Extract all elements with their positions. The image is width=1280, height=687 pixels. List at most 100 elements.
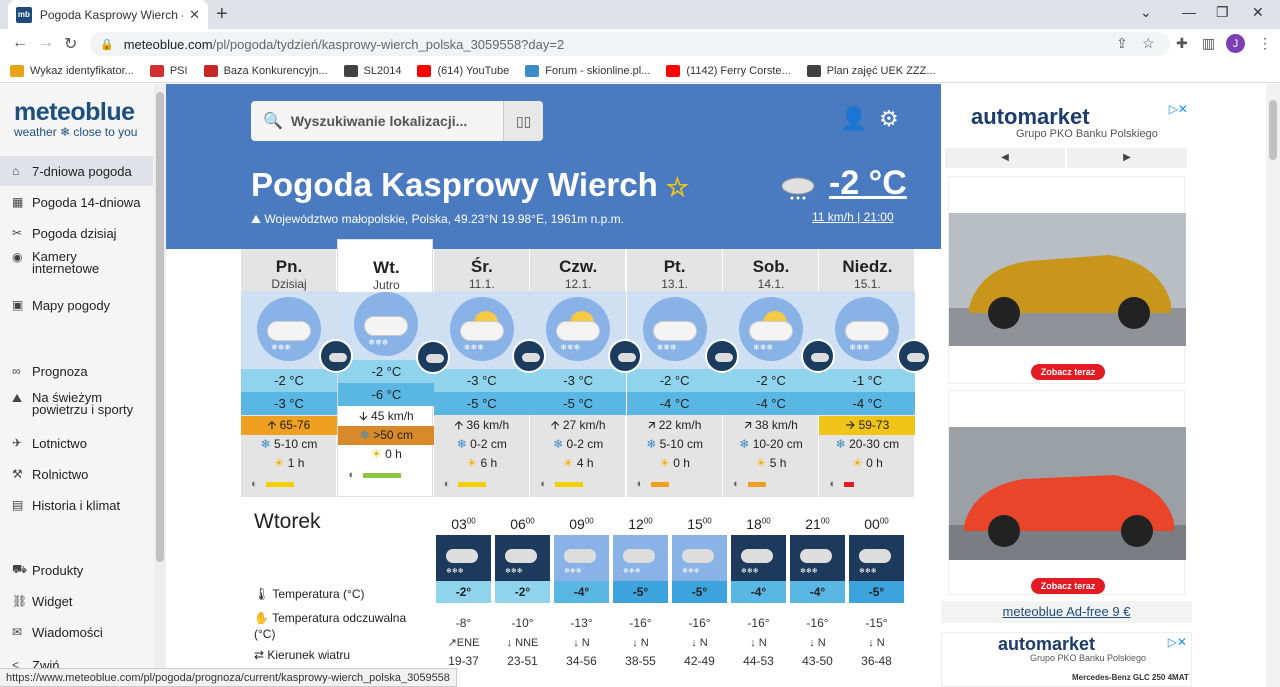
day-column[interactable]: Pt. 13.1. ❄❄❄ -2 °C -4 °C 🡭 22 km/h ❄ 5-10 cm ☀… — [626, 249, 739, 497]
max-temperature: -2 °C — [241, 369, 337, 392]
maximize-button[interactable]: ❐ — [1216, 4, 1229, 21]
bookmark-item[interactable]: SL2014 — [343, 64, 401, 77]
min-temperature: -3 °C — [241, 392, 337, 415]
wind-speed: 🡫 45 km/h — [359, 409, 414, 423]
weather-icon: ❄❄❄ — [835, 297, 900, 361]
day-name: Wt. — [373, 258, 400, 277]
day-column[interactable]: Czw. 12.1. ❄❄❄ -3 °C -5 °C 🡩 27 km/h ❄ 0-2 cm ☀… — [530, 249, 643, 497]
day-column[interactable]: Niedz. 15.1. ❄❄❄ -1 °C -4 °C 🡪 59-73 ❄ 20-30 c… — [819, 249, 932, 497]
bookmark-item[interactable]: PSI — [149, 64, 188, 77]
bookmark-item[interactable]: Plan zajęć UEK ZZZ... — [806, 64, 936, 77]
sidebar-item[interactable]: ⛓ Widget — [0, 586, 153, 616]
hour-column[interactable]: 0000 ❄❄❄ -5° -15° ↓ N 36-48 — [849, 516, 904, 671]
sidebar-item[interactable]: ∞ Prognoza — [0, 356, 153, 386]
hour-wind-speed: 34-56 — [566, 654, 597, 668]
sidebar-item-label: Na świeżym powietrzu i sporty — [32, 390, 134, 417]
ad-cta-button[interactable]: Zobacz teraz — [1031, 364, 1105, 380]
ad-banner-2[interactable]: automarket Grupo PKO Banku Polskiego ▷✕ … — [941, 632, 1192, 687]
bookmark-item[interactable]: (1142) Ferry Corste... — [666, 64, 791, 77]
sidebar-item[interactable]: ⛟ Produkty — [0, 555, 153, 585]
adfree-link[interactable]: meteoblue Ad-free 9 € — [941, 601, 1192, 623]
sidebar-item[interactable]: ✂ Pogoda dzisiaj — [0, 218, 153, 248]
ad-next-button[interactable]: ▶ — [1067, 148, 1187, 168]
back-button[interactable]: ← — [12, 34, 28, 52]
url-field[interactable]: 🔒 meteoblue.com/pl/pogoda/tydzień/kaspro… — [90, 32, 1170, 56]
sidebar-item[interactable]: ✈ Lotnictwo — [0, 428, 153, 458]
search-input[interactable]: Wyszukiwanie lokalizacji... — [291, 113, 503, 129]
share-icon[interactable]: ⇪ — [1116, 35, 1128, 52]
ad-close-icon[interactable]: ▷✕ — [1169, 102, 1188, 116]
bookmark-item[interactable]: (614) YouTube — [417, 64, 509, 77]
ad-car-card[interactable]: Zobacz teraz — [948, 176, 1186, 384]
sidebar-icon: ⚒ — [12, 467, 23, 481]
bookmark-icon — [417, 64, 432, 77]
sidebar-item[interactable]: ⚒ Rolnictwo — [0, 459, 153, 489]
tab-search-icon[interactable]: ⌄ — [1140, 4, 1152, 21]
snowfall: ❄ 0-2 cm — [456, 437, 507, 451]
sidebar-item[interactable]: ⌂ 7-dniowa pogoda — [0, 156, 153, 186]
sidebar-scrollbar[interactable] — [154, 84, 166, 687]
sidebar-item[interactable]: ▦ Pogoda 14-dniowa — [0, 187, 153, 217]
ad-banner-header[interactable]: automarket Grupo PKO Banku Polskiego ▷✕ — [941, 100, 1192, 150]
ad-prev-button[interactable]: ◀ — [945, 148, 1065, 168]
new-tab-button[interactable]: + — [216, 3, 228, 26]
day-date: 15.1. — [854, 277, 881, 291]
night-icon — [801, 339, 835, 373]
user-icon[interactable]: 👤 — [840, 106, 867, 132]
hour-column[interactable]: 1200 ❄❄❄ -5° -16° ↓ N 38-55 — [613, 516, 668, 671]
hour-column[interactable]: 2100 ❄❄❄ -4° -16° ↓ N 43-50 — [790, 516, 845, 671]
side-panel-icon[interactable]: ▥ — [1202, 35, 1215, 52]
sidebar-item[interactable]: ▤ Historia i klimat — [0, 490, 153, 520]
minimize-button[interactable]: — — [1182, 4, 1196, 20]
hour-column[interactable]: 0300 ❄❄❄ -2° -8° ↗ENE 19-37 — [436, 516, 491, 671]
hour-weather-icon: ❄❄❄ — [672, 535, 727, 581]
day-column[interactable]: Sob. 14.1. ❄❄❄ -2 °C -4 °C 🡭 38 km/h ❄ 10-20 c… — [723, 249, 835, 497]
hour-column[interactable]: 0900 ❄❄❄ -4° -13° ↓ N 34-56 — [554, 516, 609, 671]
bookmark-item[interactable]: Baza Konkurencyjn... — [203, 64, 328, 77]
page-scrollbar[interactable] — [1266, 84, 1280, 687]
reload-button[interactable]: ↻ — [64, 34, 77, 54]
forward-button[interactable]: → — [38, 34, 54, 52]
sidebar-item[interactable]: ✉ Wiadomości — [0, 617, 153, 647]
hour-column[interactable]: 0600 ❄❄❄ -2° -10° ↓ NNE 23-51 — [495, 516, 550, 671]
sidebar-item[interactable]: ⛰ Na świeżym powietrzu i sporty — [0, 390, 153, 424]
profile-avatar[interactable]: J — [1226, 34, 1245, 53]
wind-direction-row-label: ⇄ Kierunek wiatru — [254, 648, 351, 662]
menu-icon[interactable]: ⋮ — [1258, 35, 1272, 52]
ad-close-icon[interactable]: ▷✕ — [1168, 635, 1187, 649]
close-tab-icon[interactable]: ✕ — [189, 7, 200, 23]
sidebar-item-label: Rolnictwo — [32, 466, 89, 482]
ad-cta-button[interactable]: Zobacz teraz — [1031, 578, 1105, 594]
map-icon[interactable]: ▯▯ — [503, 101, 543, 141]
day-column[interactable]: Śr. 11.1. ❄❄❄ -3 °C -5 °C 🡩 36 km/h ❄ 0-2 cm ☀ … — [433, 249, 546, 497]
ad-car-card[interactable]: Zobacz teraz — [948, 390, 1186, 595]
bookmark-item[interactable]: Forum - skionline.pl... — [525, 64, 650, 77]
day-column[interactable]: Wt. Jutro ❄❄❄ -2 °C -6 °C 🡫 45 km/h ❄ >50 cm ☀ … — [337, 239, 451, 497]
bookmark-item[interactable]: Wykaz identyfikator... — [10, 64, 134, 77]
close-window-button[interactable]: ✕ — [1252, 4, 1264, 21]
sidebar-item[interactable]: ▣ Mapy pogody — [0, 290, 153, 320]
hour-column[interactable]: 1500 ❄❄❄ -5° -16° ↓ N 42-49 — [672, 516, 727, 671]
hour-temperature: -5° — [613, 581, 668, 603]
day-column[interactable]: Pn. Dzisiaj ❄❄❄ -2 °C -3 °C 🡩 65-76 ❄ 5-10 cm ☀… — [241, 249, 353, 497]
night-icon — [511, 339, 546, 373]
sidebar-icon: ▤ — [12, 498, 24, 512]
gear-icon[interactable]: ⚙ — [879, 106, 899, 132]
current-temperature[interactable]: -2 °C — [829, 164, 907, 203]
search-box[interactable]: 🔍 Wyszukiwanie lokalizacji... ▯▯ — [251, 101, 543, 141]
extensions-icon[interactable]: ✚ — [1176, 35, 1188, 52]
sidebar-icon: ⛰ — [12, 391, 23, 405]
automarket-logo: automarket — [998, 634, 1096, 654]
meteoblue-logo[interactable]: meteoblue weather ❄ close to you — [14, 98, 137, 139]
bookmark-star-icon[interactable]: ☆ — [1142, 35, 1155, 52]
sidebar-item[interactable]: ◉ Kamery internetowe — [0, 249, 153, 283]
logo-tagline: weather ❄ close to you — [14, 125, 138, 139]
hour-feel-temperature: -16° — [747, 616, 770, 630]
sidebar-icon: ⛓ — [12, 594, 28, 608]
hour-column[interactable]: 1800 ❄❄❄ -4° -16° ↓ N 44-53 — [731, 516, 786, 671]
browser-tab[interactable]: mb Pogoda Kasprowy Wierch - mete ✕ — [8, 0, 208, 29]
night-icon — [319, 339, 353, 373]
favorite-star-icon[interactable]: ☆ — [666, 172, 689, 202]
min-temperature: -4 °C — [723, 392, 819, 415]
current-wind-time[interactable]: 11 km/h | 21:00 — [812, 210, 894, 224]
